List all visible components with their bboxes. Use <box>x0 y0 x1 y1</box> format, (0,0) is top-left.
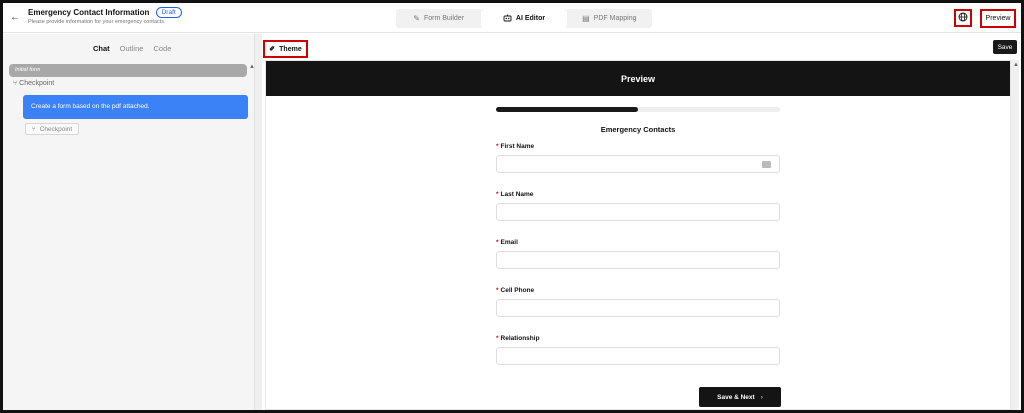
edit-icon: ✎ <box>413 14 420 23</box>
top-bar: ← Emergency Contact Information Draft Pl… <box>3 3 1021 33</box>
theme-label: Theme <box>279 45 302 53</box>
document-icon: ▤ <box>582 14 590 23</box>
initial-form-bar: Initial form <box>9 64 247 77</box>
language-globe-button[interactable] <box>954 9 972 27</box>
status-badge: Draft <box>155 7 182 18</box>
progress-fill <box>496 107 638 112</box>
last-name-input[interactable] <box>496 203 780 221</box>
tab-pdf-mapping[interactable]: ▤ PDF Mapping <box>567 9 652 28</box>
relationship-input[interactable] <box>496 347 780 365</box>
tab-form-builder[interactable]: ✎ Form Builder <box>396 9 481 28</box>
form-title-block: Emergency Contact Information Draft Plea… <box>28 7 182 25</box>
branch-icon: ⑂ <box>31 125 36 133</box>
tab-chat[interactable]: Chat <box>93 44 110 53</box>
editor-tabs: ✎ Form Builder AI Editor ▤ PDF Mapping <box>396 9 652 28</box>
cell-phone-input[interactable] <box>496 299 780 317</box>
branch-icon: ⑂ <box>13 80 18 87</box>
cell-phone-label: * Cell Phone <box>496 287 535 294</box>
form-title: Emergency Contact Information <box>28 8 150 17</box>
chat-panel: Chat Outline Code Initial form ▲ ⑂ Check… <box>3 34 255 410</box>
first-name-label: * First Name <box>496 143 535 150</box>
brush-icon: ✐ <box>269 46 276 53</box>
tab-code[interactable]: Code <box>153 44 171 53</box>
preview-toolbar: ✐ Theme Save <box>263 34 1021 60</box>
tab-ai-editor[interactable]: AI Editor <box>481 9 567 28</box>
preview-scrollbar[interactable] <box>1011 60 1019 410</box>
checkpoint-text: Checkpoint <box>19 80 55 87</box>
globe-icon <box>958 12 968 25</box>
preview-header: Preview <box>266 61 1010 96</box>
email-input[interactable] <box>496 251 780 269</box>
form-preview: Preview Emergency Contacts * First Name *… <box>265 60 1011 410</box>
progress-bar <box>496 107 780 112</box>
left-panel-tabs: Chat Outline Code <box>93 44 171 53</box>
panel-resize-handle[interactable] <box>255 34 262 410</box>
save-next-label: Save & Next <box>717 393 755 401</box>
email-label: * Email <box>496 239 518 246</box>
checkpoint-label[interactable]: ⑂ Checkpoint <box>13 80 54 87</box>
form-subtitle: Please provide information for your emer… <box>28 19 166 25</box>
theme-button[interactable]: ✐ Theme <box>263 40 308 58</box>
tab-outline[interactable]: Outline <box>120 44 144 53</box>
autofill-icon[interactable] <box>762 161 771 168</box>
save-next-button[interactable]: Save & Next › <box>699 387 781 407</box>
checkpoint-button[interactable]: ⑂ Checkpoint <box>25 123 79 135</box>
app-window: ← Emergency Contact Information Draft Pl… <box>0 0 1024 413</box>
back-arrow-icon[interactable]: ← <box>10 12 20 23</box>
tab-label: PDF Mapping <box>593 15 637 22</box>
robot-icon <box>503 14 512 24</box>
chat-message: Create a form based on the pdf attached. <box>23 95 248 119</box>
relationship-label: * Relationship <box>496 335 540 342</box>
scroll-up-icon[interactable]: ▲ <box>1013 62 1019 68</box>
checkpoint-button-label: Checkpoint <box>39 125 73 133</box>
tab-label: AI Editor <box>515 15 546 22</box>
tab-label: Form Builder <box>423 15 465 22</box>
first-name-input[interactable] <box>496 155 780 173</box>
last-name-label: * Last Name <box>496 191 534 198</box>
section-title: Emergency Contacts <box>600 125 676 134</box>
preview-button[interactable]: Preview <box>980 9 1016 28</box>
save-button[interactable]: Save <box>993 40 1017 54</box>
chevron-right-icon: › <box>760 393 763 401</box>
